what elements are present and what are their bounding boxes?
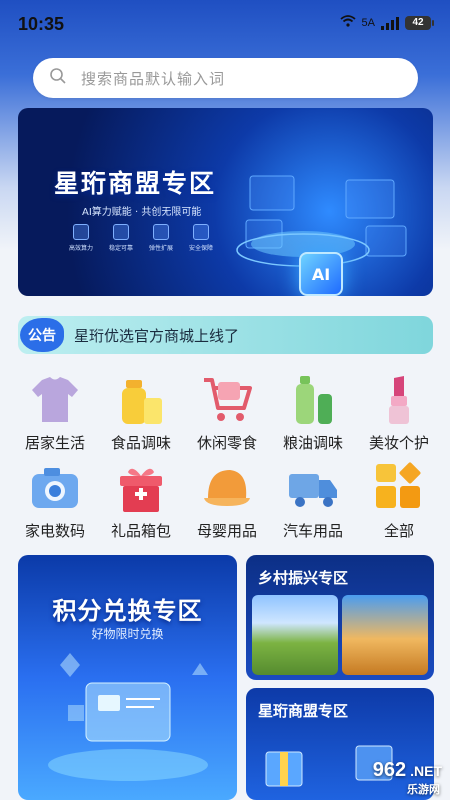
banner-subtitle: AI算力赋能 · 共创无限可能 bbox=[82, 207, 202, 218]
category-grid: 居家生活 食品调味 休闲零食 粮油调味 美妆个护 家电数码 礼品箱包 母婴用品 … bbox=[12, 372, 442, 544]
feature-icon bbox=[113, 224, 129, 240]
category-item-snacks[interactable]: 休闲零食 bbox=[184, 372, 270, 456]
category-item-oil[interactable]: 粮油调味 bbox=[270, 372, 356, 456]
battery-level: 42 bbox=[405, 15, 431, 30]
announcement-text: 星珩优选官方商城上线了 bbox=[74, 326, 240, 345]
category-item-food[interactable]: 食品调味 bbox=[98, 372, 184, 456]
wifi-icon bbox=[339, 15, 356, 30]
feature-icon bbox=[153, 224, 169, 240]
tshirt-icon bbox=[28, 372, 82, 426]
grid-icon bbox=[372, 460, 426, 514]
announcement-bar[interactable]: 公告 星珩优选官方商城上线了 bbox=[18, 316, 433, 354]
cap-icon bbox=[200, 460, 254, 514]
feature-icon bbox=[73, 224, 89, 240]
gift-box-decoration bbox=[265, 745, 393, 787]
status-icons: 5A 42 bbox=[339, 15, 434, 30]
points-card-subtitle: 好物限时兑换 bbox=[91, 627, 164, 641]
banner-feature: 弹性扩展 bbox=[146, 224, 176, 252]
oil-bottle-icon bbox=[286, 372, 340, 426]
farmland-image bbox=[252, 595, 338, 675]
search-bar[interactable]: 搜索商品默认输入词 bbox=[33, 58, 418, 98]
category-item-baby[interactable]: 母婴用品 bbox=[184, 460, 270, 544]
search-placeholder: 搜索商品默认输入词 bbox=[81, 69, 226, 88]
cart-icon bbox=[200, 372, 254, 426]
banner-decoration bbox=[236, 175, 407, 267]
status-time: 10:35 bbox=[18, 14, 65, 34]
banner-feature: 稳定可靠 bbox=[106, 224, 136, 252]
category-item-auto[interactable]: 汽车用品 bbox=[270, 460, 356, 544]
battery-icon: 42 bbox=[405, 15, 434, 30]
category-item-home[interactable]: 居家生活 bbox=[12, 372, 98, 456]
points-exchange-card[interactable]: 积分兑换专区 好物限时兑换 bbox=[18, 555, 237, 800]
ai-chip-icon: AI bbox=[299, 252, 343, 296]
rural-revitalization-card[interactable]: 乡村振兴专区 bbox=[246, 555, 434, 680]
signal-icon bbox=[381, 16, 399, 30]
rural-card-title: 乡村振兴专区 bbox=[258, 569, 349, 587]
banner-feature: 高效算力 bbox=[66, 224, 96, 252]
category-item-gifts[interactable]: 礼品箱包 bbox=[98, 460, 184, 544]
category-item-beauty[interactable]: 美妆个护 bbox=[356, 372, 442, 456]
banner-feature: 安全保障 bbox=[186, 224, 216, 252]
main-banner[interactable]: AI 星珩商盟专区 AI算力赋能 · 共创无限可能 高效算力 稳定可靠 弹性扩展… bbox=[18, 108, 433, 296]
network-type: 5A bbox=[361, 16, 375, 29]
truck-icon bbox=[286, 460, 340, 514]
farmer-image bbox=[342, 595, 428, 675]
feature-icon bbox=[193, 224, 209, 240]
search-icon bbox=[49, 67, 67, 89]
alliance-mall-card[interactable]: 星珩商盟专区 bbox=[246, 688, 434, 800]
banner-title: 星珩商盟专区 bbox=[54, 169, 217, 198]
bottle-icon bbox=[114, 372, 168, 426]
lipstick-icon bbox=[372, 372, 426, 426]
banner-features: 高效算力 稳定可靠 弹性扩展 安全保障 bbox=[66, 224, 216, 252]
category-item-all[interactable]: 全部 bbox=[356, 460, 442, 544]
gift-icon bbox=[114, 460, 168, 514]
announcement-tag: 公告 bbox=[20, 318, 64, 352]
camera-icon bbox=[28, 460, 82, 514]
category-item-electronics[interactable]: 家电数码 bbox=[12, 460, 98, 544]
watermark-logo: 962 .NET 乐游网 bbox=[372, 759, 442, 796]
points-card-title: 积分兑换专区 bbox=[52, 597, 203, 625]
status-bar: 10:35 5A 42 bbox=[0, 0, 450, 50]
